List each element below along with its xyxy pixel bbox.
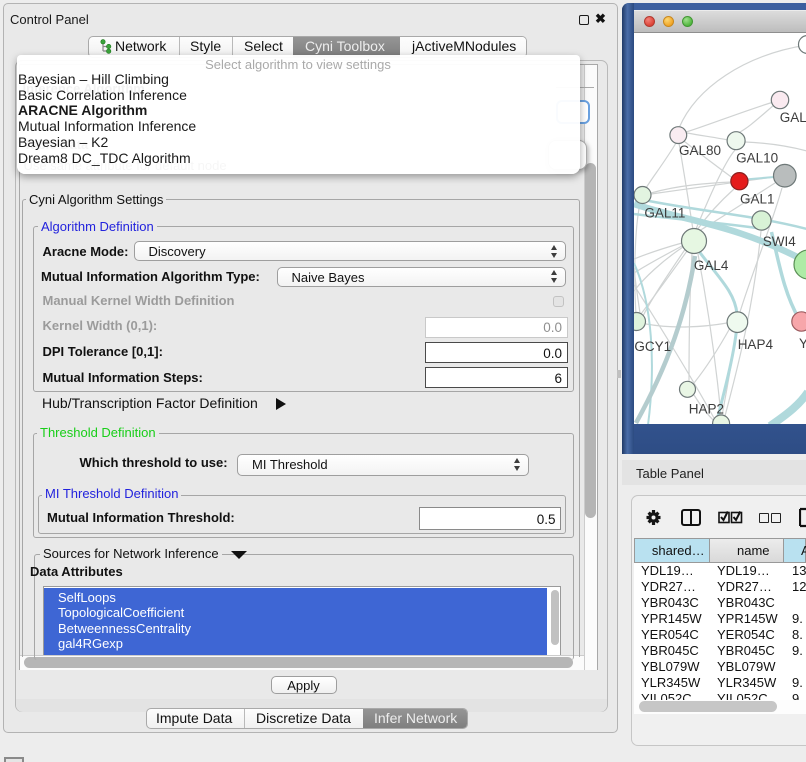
- svg-text:GCY1: GCY1: [634, 338, 671, 353]
- svg-text:HAP4: HAP4: [737, 337, 773, 352]
- svg-text:GAL80: GAL80: [679, 143, 721, 158]
- svg-text:GAL4: GAL4: [693, 258, 728, 273]
- svg-text:HAP2: HAP2: [688, 401, 723, 416]
- svg-text:GAL11: GAL11: [644, 205, 685, 220]
- svg-text:GAL10: GAL10: [736, 150, 778, 165]
- svg-text:Y: Y: [799, 335, 806, 350]
- svg-text:GAL1: GAL1: [740, 191, 775, 206]
- svg-text:GAL: GAL: [779, 110, 806, 125]
- svg-text:SWI4: SWI4: [762, 233, 795, 248]
